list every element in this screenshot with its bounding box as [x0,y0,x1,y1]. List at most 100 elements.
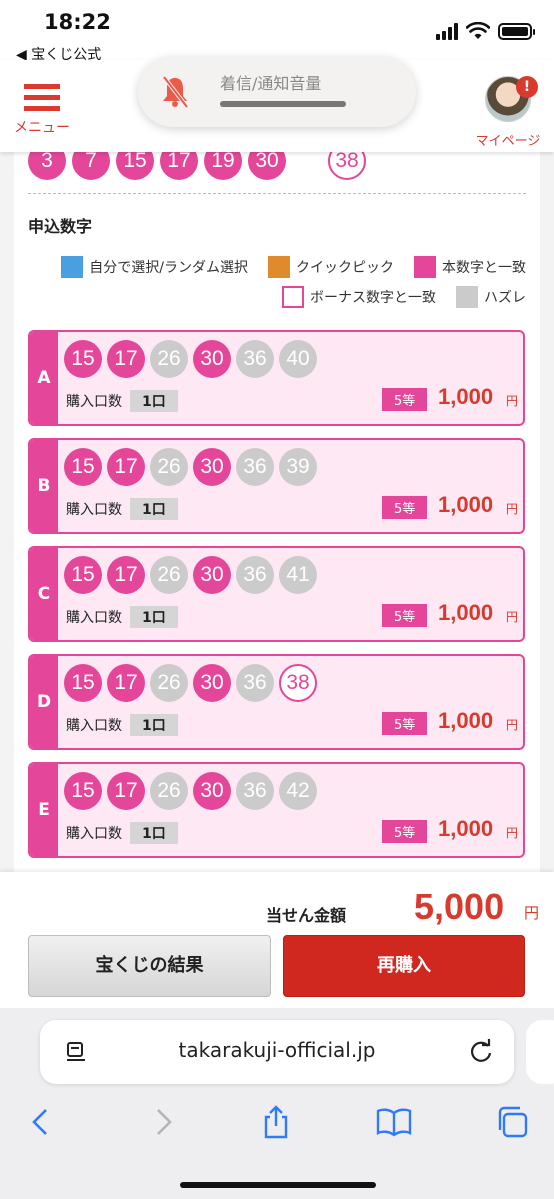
back-icon[interactable] [24,1104,60,1140]
prize-yen: 円 [506,718,519,732]
results-card: 3 7 15 17 19 30 38 申込数字 自分で選択/ランダム選択 クイックピック 本… [14,152,540,872]
number-ball: 40 [279,340,317,378]
entry-letter: D [36,692,52,712]
cellular-signal-icon [436,22,458,40]
forward-icon[interactable] [144,1104,180,1140]
legend-label: クイックピック [296,260,394,276]
reload-icon[interactable] [468,1038,494,1064]
entry-letter-tag: A [30,332,58,424]
legend-label: ハズレ [484,290,526,306]
legend-swatch-gray [456,286,478,308]
prize-rank-badge: 5等 [382,496,428,519]
prize-yen: 円 [506,502,519,516]
purchase-count-label: 購入口数 [66,394,122,410]
number-ball: 42 [279,772,317,810]
url-text: takarakuji-official.jp [178,1038,376,1062]
purchase-count: 購入口数 1口 [66,714,178,736]
prize-amount: 1,000 [438,816,494,841]
number-ball: 17 [107,772,145,810]
home-indicator [180,1182,376,1188]
entry-letter: A [37,368,51,388]
number-ball: 30 [193,448,231,486]
winning-number-ball: 30 [248,152,286,180]
summary-panel: 当せん金額 5,000 円 宝くじの結果 再購入 [0,872,554,1008]
legend-row-1: 自分で選択/ランダム選択 クイックピック 本数字と一致 [47,256,526,278]
entry-numbers: 15 17 26 30 36 42 [64,772,317,810]
total-label: 当せん金額 [266,906,347,925]
number-ball: 30 [193,340,231,378]
status-bar: 18:22 ◀ 宝くじ公式 [0,0,554,63]
number-ball: 36 [236,556,274,594]
legend-quickpick: クイックピック [268,256,394,278]
number-ball: 26 [150,448,188,486]
number-ball: 36 [236,664,274,702]
prize-amount: 1,000 [438,600,494,625]
purchase-count-label: 購入口数 [66,826,122,842]
number-ball: 26 [150,664,188,702]
number-ball: 17 [107,556,145,594]
mypage-label: マイページ [475,134,541,149]
number-ball: 15 [64,664,102,702]
entry-row: E 15 17 26 30 36 42 購入口数 1口 5等 1,000 円 [28,762,525,858]
number-ball: 36 [236,340,274,378]
winning-number-ball: 19 [204,152,242,180]
winning-number-ball: 15 [116,152,154,180]
number-ball: 41 [279,556,317,594]
number-ball: 15 [64,448,102,486]
legend-swatch-orange [268,256,290,278]
entry-letter: E [38,800,50,820]
menu-button[interactable]: メニュー [14,84,70,137]
legend-main-match: 本数字と一致 [414,256,526,278]
number-ball: 15 [64,772,102,810]
rebuy-button[interactable]: 再購入 [283,935,525,997]
bookmarks-icon[interactable] [376,1104,412,1140]
legend-label: 本数字と一致 [442,260,526,276]
address-bar[interactable]: takarakuji-official.jp [40,1020,514,1084]
browser-toolbar [0,1098,554,1158]
results-content[interactable]: 3 7 15 17 19 30 38 申込数字 自分で選択/ランダム選択 クイックピック 本… [0,152,554,872]
prize-rank-badge: 5等 [382,604,428,627]
wifi-icon [466,22,490,39]
lottery-results-button[interactable]: 宝くじの結果 [28,935,271,997]
purchase-count-value: 1口 [130,822,178,844]
purchase-count: 購入口数 1口 [66,498,178,520]
purchase-count-value: 1口 [130,390,178,412]
entry-numbers: 15 17 26 30 36 41 [64,556,317,594]
number-ball: 30 [193,556,231,594]
winning-numbers: 3 7 15 17 19 30 38 [28,152,366,180]
browser-chrome: takarakuji-official.jp [0,1008,554,1199]
status-icons [436,22,535,40]
legend-bonus-match: ボーナス数字と一致 [282,286,436,308]
total-yen: 円 [524,904,540,922]
entry-letter: B [37,476,51,496]
legend-manual: 自分で選択/ランダム選択 [61,256,248,278]
legend-row-2: ボーナス数字と一致 ハズレ [268,286,526,308]
bell-muted-icon [162,75,189,109]
volume-track [220,101,346,107]
prize-yen: 円 [506,394,519,408]
next-tab-preview[interactable] [526,1020,554,1084]
mypage-button[interactable]: ! マイページ [472,76,544,149]
hamburger-icon [14,84,70,111]
entry-letter-tag: D [30,656,58,748]
winning-number-ball: 7 [72,152,110,180]
legend-swatch-pink [414,256,436,278]
entry-row: D 15 17 26 30 36 38 購入口数 1口 5等 1,000 円 [28,654,525,750]
divider [28,193,526,194]
tabs-icon[interactable] [494,1104,530,1140]
winning-number-ball: 3 [28,152,66,180]
legend-label: ボーナス数字と一致 [310,290,436,306]
volume-hud: 着信/通知音量 [138,57,416,127]
entry-letter: C [37,584,51,604]
purchase-count: 購入口数 1口 [66,606,178,628]
entry-letter-tag: C [30,548,58,640]
number-ball: 39 [279,448,317,486]
prize-rank-badge: 5等 [382,712,428,735]
entry-letter-tag: B [30,440,58,532]
number-ball: 15 [64,556,102,594]
prize-amount: 1,000 [438,384,494,409]
share-icon[interactable] [258,1104,294,1140]
number-ball: 36 [236,448,274,486]
purchase-count-label: 購入口数 [66,718,122,734]
purchase-count-label: 購入口数 [66,502,122,518]
